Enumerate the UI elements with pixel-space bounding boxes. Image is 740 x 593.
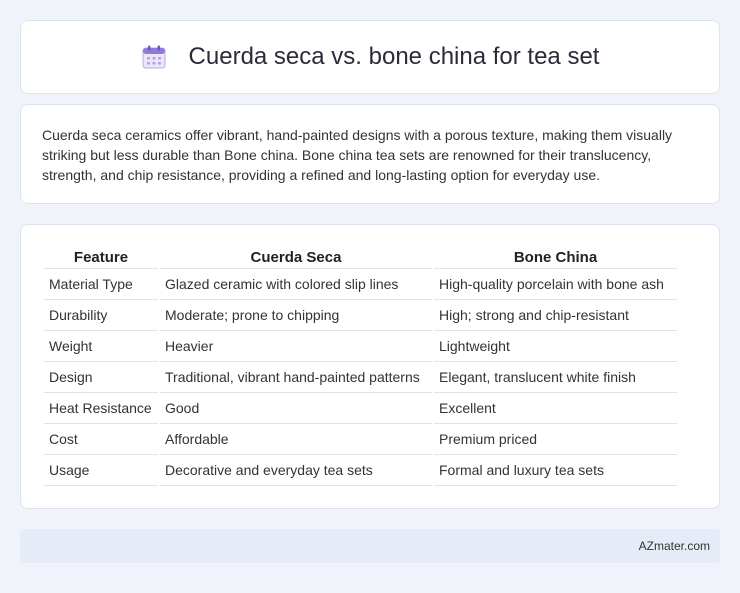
title-card: Cuerda seca vs. bone china for tea set (20, 20, 720, 94)
column-header-bone-china: Bone China (434, 247, 677, 269)
table-row: Design Traditional, vibrant hand-painted… (44, 362, 677, 393)
bone-china-cell: Lightweight (434, 331, 677, 362)
cuerda-seca-cell: Good (160, 393, 432, 424)
feature-cell: Heat Resistance (44, 393, 158, 424)
table-row: Heat Resistance Good Excellent (44, 393, 677, 424)
bone-china-cell: Formal and luxury tea sets (434, 455, 677, 486)
table-row: Weight Heavier Lightweight (44, 331, 677, 362)
feature-cell: Weight (44, 331, 158, 362)
feature-cell: Material Type (44, 269, 158, 300)
feature-cell: Usage (44, 455, 158, 486)
page-title: Cuerda seca vs. bone china for tea set (188, 43, 600, 70)
bone-china-cell: Premium priced (434, 424, 677, 455)
footer: AZmater.com (20, 529, 720, 563)
bone-china-cell: High-quality porcelain with bone ash (434, 269, 677, 300)
summary-text: Cuerda seca ceramics offer vibrant, hand… (42, 127, 673, 183)
cuerda-seca-cell: Moderate; prone to chipping (160, 300, 432, 331)
cuerda-seca-cell: Glazed ceramic with colored slip lines (160, 269, 432, 300)
cuerda-seca-cell: Affordable (160, 424, 432, 455)
calendar-icon (142, 45, 166, 69)
cuerda-seca-cell: Traditional, vibrant hand-painted patter… (160, 362, 432, 393)
summary-card: Cuerda seca ceramics offer vibrant, hand… (20, 104, 720, 204)
column-header-cuerda-seca: Cuerda Seca (160, 247, 432, 269)
feature-cell: Cost (44, 424, 158, 455)
table-row: Material Type Glazed ceramic with colore… (44, 269, 677, 300)
comparison-card: Feature Cuerda Seca Bone China Material … (20, 224, 720, 509)
bone-china-cell: Excellent (434, 393, 677, 424)
comparison-table: Feature Cuerda Seca Bone China Material … (42, 247, 679, 486)
table-header-row: Feature Cuerda Seca Bone China (44, 247, 677, 269)
cuerda-seca-cell: Decorative and everyday tea sets (160, 455, 432, 486)
table-row: Durability Moderate; prone to chipping H… (44, 300, 677, 331)
table-row: Usage Decorative and everyday tea sets F… (44, 455, 677, 486)
bone-china-cell: High; strong and chip-resistant (434, 300, 677, 331)
column-header-feature: Feature (44, 247, 158, 269)
footer-brand: AZmater.com (638, 539, 710, 553)
feature-cell: Durability (44, 300, 158, 331)
cuerda-seca-cell: Heavier (160, 331, 432, 362)
table-row: Cost Affordable Premium priced (44, 424, 677, 455)
bone-china-cell: Elegant, translucent white finish (434, 362, 677, 393)
feature-cell: Design (44, 362, 158, 393)
